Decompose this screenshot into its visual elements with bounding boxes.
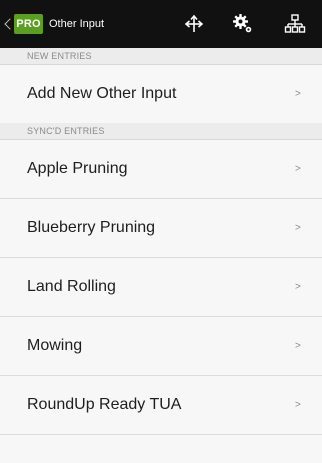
list-item-label: Apple Pruning	[27, 160, 128, 177]
section-header-new-entries: NEW ENTRIES	[0, 48, 322, 65]
gear-icon	[233, 14, 252, 33]
chevron-right-icon: >	[295, 222, 301, 234]
list-item-mowing[interactable]: Mowing >	[0, 317, 322, 376]
list-item-label: Land Rolling	[27, 278, 116, 295]
app-logo[interactable]: PRO	[14, 14, 43, 34]
list-item-label: Add New Other Input	[27, 85, 177, 102]
list-item-label: Blueberry Pruning	[27, 219, 156, 236]
page-title: Other Input	[49, 18, 105, 30]
list-item-land-rolling[interactable]: Land Rolling >	[0, 258, 322, 317]
section-header-label: NEW ENTRIES	[27, 51, 92, 61]
section-header-label: SYNC'D ENTRIES	[27, 126, 105, 136]
section-header-synced-entries: SYNC'D ENTRIES	[0, 123, 322, 140]
chevron-right-icon: >	[295, 163, 301, 175]
list-item-add-new[interactable]: Add New Other Input >	[0, 65, 322, 124]
move-icon	[184, 14, 204, 32]
list-item-label: RoundUp Ready TUA	[27, 396, 182, 413]
hierarchy-icon	[284, 14, 306, 33]
list-item-label: Mowing	[27, 337, 83, 354]
hierarchy-button[interactable]	[279, 8, 311, 40]
settings-button[interactable]	[227, 8, 259, 40]
list-item-blueberry-pruning[interactable]: Blueberry Pruning >	[0, 199, 322, 258]
list-item-roundup-ready-tua[interactable]: RoundUp Ready TUA >	[0, 376, 322, 435]
chevron-right-icon: >	[295, 88, 301, 100]
screen: PRO Other Input NEW ENTRIES Add New Othe…	[0, 0, 322, 463]
list-item-apple-pruning[interactable]: Apple Pruning >	[0, 140, 322, 199]
move-button[interactable]	[178, 8, 210, 40]
chevron-right-icon: >	[295, 399, 301, 411]
chevron-right-icon: >	[295, 281, 301, 293]
action-bar: PRO Other Input	[0, 0, 322, 48]
chevron-right-icon: >	[295, 340, 301, 352]
